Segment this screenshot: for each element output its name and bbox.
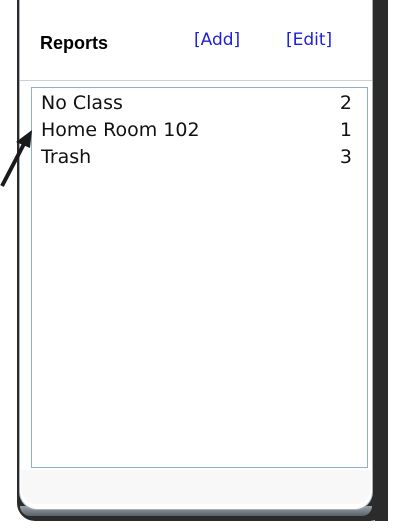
- edit-link[interactable]: [Edit]: [286, 30, 332, 50]
- add-link[interactable]: [Add]: [194, 30, 240, 50]
- list-item-name: Trash: [41, 146, 92, 168]
- list-item-count: 3: [339, 146, 352, 168]
- list-item-count: 2: [339, 92, 352, 114]
- list-item-name: No Class: [41, 92, 123, 114]
- arrow-pointer-icon: [0, 130, 32, 187]
- reports-list[interactable]: No Class 2 Home Room 102 1 Trash 3: [31, 87, 368, 468]
- list-item[interactable]: Trash 3: [41, 146, 352, 172]
- list-item[interactable]: No Class 2: [41, 92, 352, 118]
- panel-footer: [21, 470, 371, 504]
- list-item[interactable]: Home Room 102 1: [41, 119, 352, 145]
- screen: Reports [Add] [Edit] No Class 2 Home Roo…: [0, 0, 396, 529]
- list-item-name: Home Room 102: [41, 119, 200, 141]
- page-title: Reports: [40, 33, 109, 53]
- device-frame-edge: [375, 0, 388, 521]
- reports-header: Reports [Add] [Edit]: [20, 0, 372, 81]
- list-item-count: 1: [339, 119, 352, 141]
